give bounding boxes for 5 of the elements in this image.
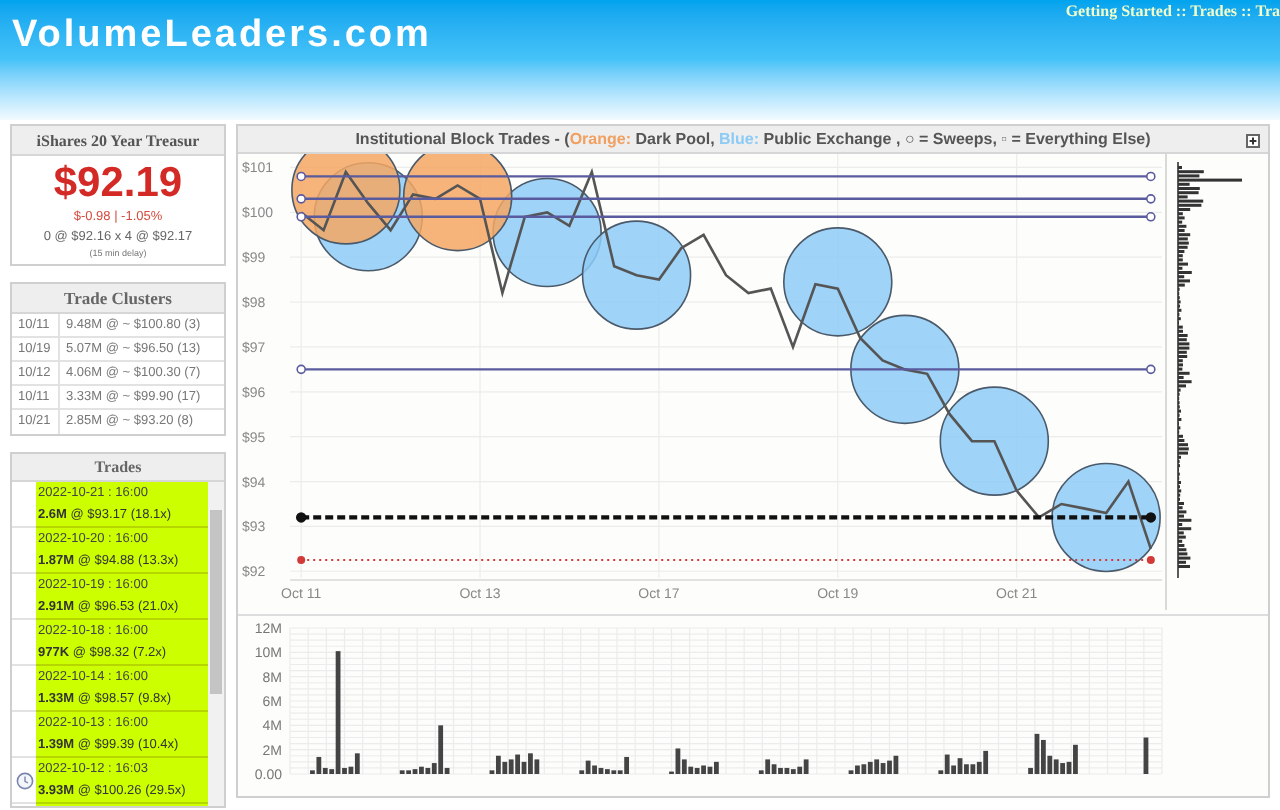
chart-title: Institutional Block Trades - (Orange: Dark Pool, Blue: Public Exchange , ○ = Sweeps, ▫ = Everything Else) — [355, 127, 1151, 151]
trades-title: Trades — [12, 454, 224, 482]
price-text: $92.19 — [53, 160, 183, 208]
clusters-title: Trade Clusters — [12, 284, 224, 314]
quote-title: iShares 20 Year Treasur — [12, 126, 224, 156]
